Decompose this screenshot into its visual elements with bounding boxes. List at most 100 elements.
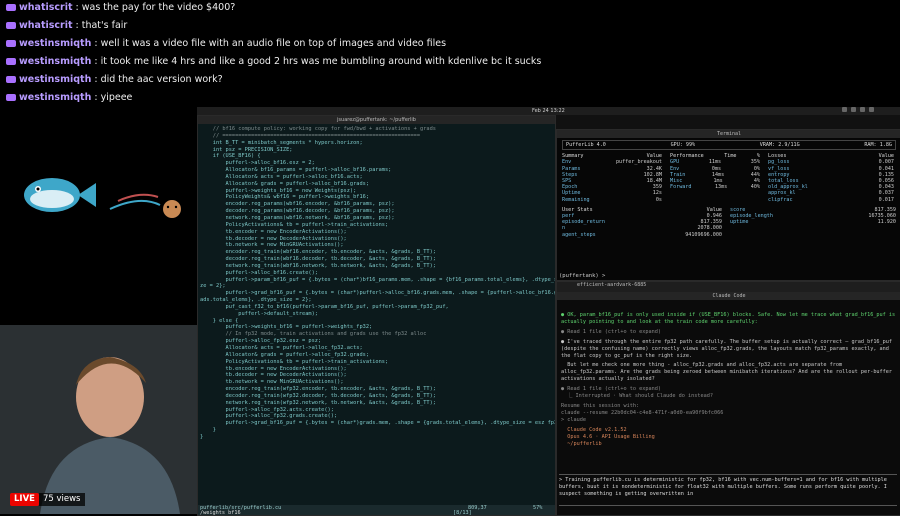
code-line: PolicyWeights& wbf16 = pufferl->weights_… <box>200 194 370 201</box>
code-line: pufferl->default_stream); <box>200 310 318 317</box>
power-icon[interactable] <box>869 107 874 112</box>
table-cell: 13ms <box>714 184 728 191</box>
webcam-feed <box>0 325 197 514</box>
code-line: Allocator& acts = pufferl->alloc_bf16.ac… <box>200 173 363 180</box>
claude-prompt-input[interactable]: > Training pufferlib.cu is deterministic… <box>559 474 897 506</box>
table-cell: episode_return <box>562 219 605 226</box>
code-line: ze = 2}; <box>200 283 226 290</box>
chat-username[interactable]: westinsmiqth <box>19 56 91 67</box>
code-line: decoder.reg_train(wbf16.decoder, tb.deco… <box>200 256 437 263</box>
live-badge: LIVE <box>10 493 39 506</box>
code-line: tb.decoder = new DecoderActivations(); <box>200 235 347 242</box>
code-line: PolicyActivations& tb = pufferl->train_a… <box>200 221 389 228</box>
pufferfish-icon <box>24 178 181 218</box>
code-line: pufferl->weights_bf16 = pufferl->weights… <box>200 324 373 331</box>
terminal-prompt[interactable]: (puffertank) > <box>559 273 605 279</box>
chat-username[interactable]: whatiscrit <box>19 20 73 31</box>
editor-titlebar: jsuarez@puffertank: ~/pufferlib <box>198 116 555 124</box>
code-line: Allocator& grads = pufferl->alloc_bf16.g… <box>200 180 370 187</box>
code-line: pufferl->alloc_bf16.esz = 2; <box>200 160 315 167</box>
volume-icon[interactable] <box>860 107 865 112</box>
code-line: pufferl->grad_bf16_puf = {.bytes = (char… <box>200 420 556 427</box>
code-line: int psz = PRECISION_SIZE; <box>200 146 293 153</box>
desktop: Feb 24 13:22 jsuarez@puffertank: ~/puffe… <box>197 107 900 516</box>
table-cell: 40% <box>750 184 760 191</box>
tray-icons <box>842 107 874 112</box>
table-cell: agent_steps <box>562 231 596 238</box>
claude-transcript: ● OK, param_bf16_puf is only used inside… <box>561 312 897 450</box>
code-line: } <box>200 427 216 434</box>
search-input[interactable]: /weights_bf16 <box>200 510 241 515</box>
losses-table: Losses Value pg_loss 0.007 vf_loss 0.041 entro… <box>768 153 894 203</box>
terminal-window[interactable]: Terminal PufferLib 4.0 GPU: 99% VRAM: 2.… <box>556 129 900 281</box>
table-cell: clipfrac <box>768 196 793 203</box>
code-line: decoder.reg_params(wbf16.decoder, &bf16_… <box>200 208 395 215</box>
code-line: encoder.reg_train(wfp32.encoder, tb.enco… <box>200 386 437 393</box>
table-cell: 0.017 <box>878 196 894 203</box>
chat-username[interactable]: westinsmiqth <box>19 74 91 85</box>
chat-overlay: whatiscrit: was the pay for the video $40… <box>0 0 900 108</box>
screen-icon[interactable] <box>842 107 847 112</box>
transcript-line: ● OK, param_bf16_puf is only used inside… <box>561 312 899 325</box>
code-line: // bf16 compute policy: working copy for… <box>200 126 436 132</box>
code-line: encoder.reg_params(wbf16.encoder, &bf16_… <box>200 201 395 208</box>
chat-badge-icon <box>6 75 16 83</box>
code-line: PolicyActivations& tb = pufferl->train_a… <box>200 358 389 365</box>
stats-tables: Summary Value Env puffer_breakout Params 32.4… <box>562 153 896 203</box>
code-line: pufferl->alloc_bf16.create(); <box>200 269 319 276</box>
code-view[interactable]: // bf16 compute policy: working copy for… <box>200 126 556 441</box>
code-line: decoder.reg_train(wfp32.decoder, tb.deco… <box>200 392 437 399</box>
chat-message: whatiscrit: that's fair <box>6 18 127 32</box>
table-cell: Remaining <box>562 196 590 203</box>
system-topbar: Feb 24 13:22 <box>197 107 900 115</box>
search-count: [8/13] <box>453 510 472 516</box>
tab-session[interactable]: efficient-aardvark-6885 <box>577 282 646 288</box>
code-line: tb.network = new MinGRUActivations(); <box>200 379 344 386</box>
code-line: puf_cast_f32_to_bf16(pufferl->param_bf16… <box>200 303 449 310</box>
code-line: Allocator& acts = pufferl->alloc_fp32.ac… <box>200 345 363 351</box>
transcript-line: Claude Code v2.1.52 Opus 4.6 · API Usage… <box>567 426 655 447</box>
ram-usage: RAM: 1.8G <box>864 142 892 148</box>
transcript-line: ● Read 1 file (ctrl+o to expand) <box>561 328 661 335</box>
code-editor-window[interactable]: jsuarez@puffertank: ~/pufferlib // bf16 … <box>197 115 556 516</box>
chat-text: it took me like 4 hrs and like a good 2 … <box>100 55 542 67</box>
table-cell: Forward <box>670 184 692 191</box>
table-row: agent_steps 94109696.000 <box>562 232 722 238</box>
code-line: network.reg_train(wfp32.network, tb.netw… <box>200 399 437 406</box>
chat-text: yipeee <box>100 91 133 103</box>
table-cell: 0s <box>655 196 662 203</box>
code-line: // =====================================… <box>200 132 421 139</box>
chat-badge-icon <box>6 39 16 47</box>
transcript-line: ● Read 1 file (ctrl+o to expand) ⎿ Inter… <box>561 386 713 400</box>
code-line: // In fp32 mode, train activations and g… <box>200 331 427 338</box>
code-line: network.reg_train(wbf16.network, tb.netw… <box>200 262 437 269</box>
terminal-titlebar: Terminal <box>557 130 900 138</box>
code-line: Allocator& bf16_params = pufferl->alloc_… <box>200 167 392 174</box>
performance-table: Performance Time% GPU 11ms 35% Env 0ms 0% Train 1… <box>670 153 760 203</box>
chat-username[interactable]: westinsmiqth <box>19 38 91 49</box>
pufferfish-artwork <box>0 165 200 235</box>
view-count: 75 views <box>38 493 85 506</box>
chat-username[interactable]: westinsmiqth <box>19 92 91 103</box>
user-stats-table: User Stats Value perf 0.946 episode_return 81… <box>562 207 722 238</box>
table-cell: uptime <box>730 219 749 226</box>
live-indicator: LIVE 75 views <box>10 493 85 506</box>
chat-badge-icon <box>6 21 16 29</box>
transcript-line: ● I've traced through the entire fp32 pa… <box>561 338 896 359</box>
code-line: network.reg_params(wbf16.network, &bf16_… <box>200 214 395 221</box>
code-line: tb.encoder = new EncoderActivations(); <box>200 228 347 235</box>
claude-titlebar: Claude Code <box>557 292 900 300</box>
chat-text: did the aac version work? <box>100 73 223 85</box>
network-icon[interactable] <box>851 107 856 112</box>
pufferlib-dashboard: PufferLib 4.0 GPU: 99% VRAM: 2.9/11G RAM… <box>562 140 896 238</box>
table-row: clipfrac 0.017 <box>768 197 894 203</box>
claude-tabbar: efficient-aardvark-6885 <box>557 282 900 292</box>
status-percent: 57% <box>533 505 543 511</box>
chat-username[interactable]: whatiscrit <box>19 2 73 13</box>
chat-badge-icon <box>6 3 16 11</box>
streamer-image <box>0 325 197 514</box>
clock: Feb 24 13:22 <box>532 108 565 114</box>
code-line: pufferl->grad_bf16_puf = {.bytes = (char… <box>200 290 556 297</box>
code-line: pufferl->alloc_fp32.grads.create(); <box>200 413 338 420</box>
claude-code-window[interactable]: efficient-aardvark-6885 Claude Code ● OK… <box>556 281 900 516</box>
